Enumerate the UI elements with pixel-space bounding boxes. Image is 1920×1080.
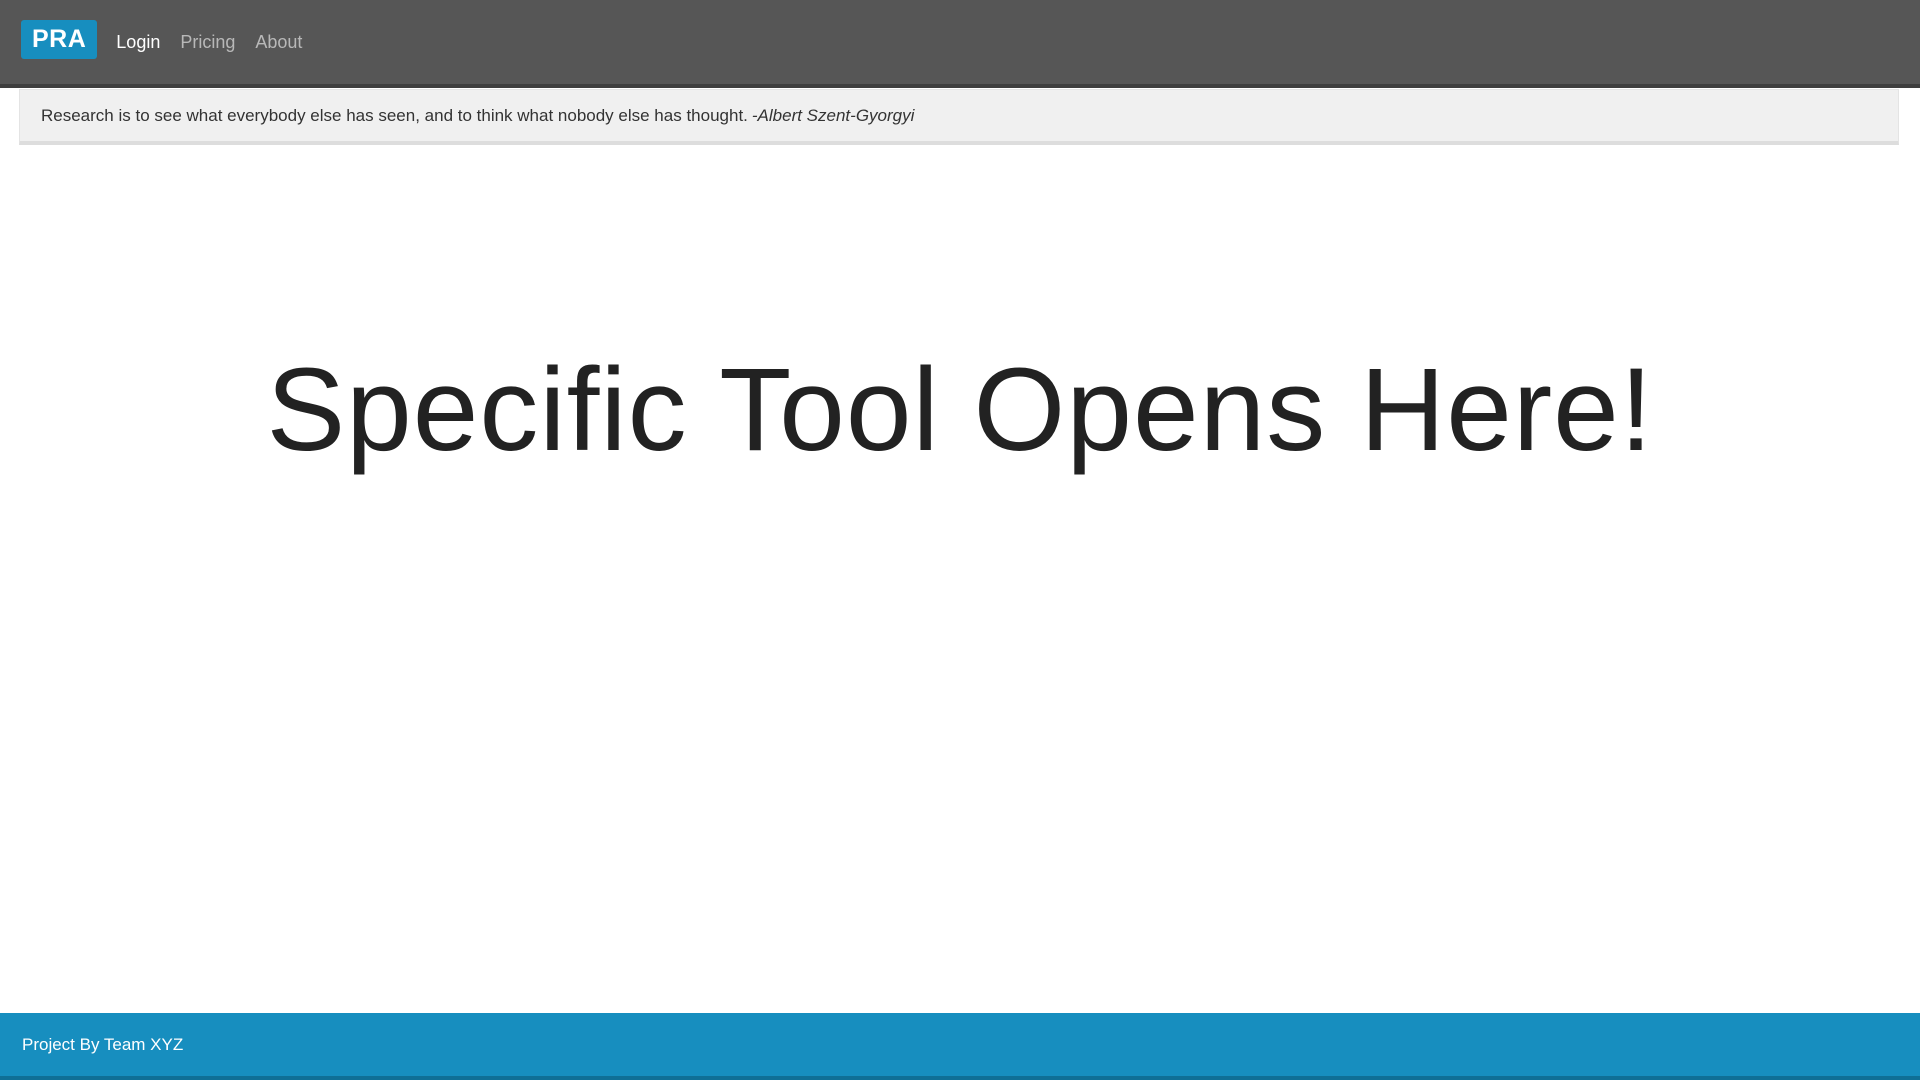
nav-links: Login Pricing About	[116, 32, 322, 53]
quote-text: Research is to see what everybody else h…	[41, 105, 748, 125]
quote-banner: Research is to see what everybody else h…	[19, 89, 1899, 145]
top-navbar: PRA Login Pricing About	[0, 0, 1920, 88]
main-headline: Specific Tool Opens Here!	[0, 350, 1920, 469]
quote-author: -Albert Szent-Gyorgyi	[751, 105, 915, 125]
brand-logo-button[interactable]: PRA	[21, 19, 98, 59]
headline-text: Specific Tool Opens Here!	[266, 344, 1654, 476]
nav-link-about[interactable]: About	[255, 32, 302, 53]
footer-credit: Project By Team XYZ	[22, 1034, 184, 1054]
nav-link-pricing[interactable]: Pricing	[180, 32, 235, 53]
footer-bar: Project By Team XYZ	[0, 1013, 1920, 1080]
nav-link-login[interactable]: Login	[116, 32, 160, 53]
